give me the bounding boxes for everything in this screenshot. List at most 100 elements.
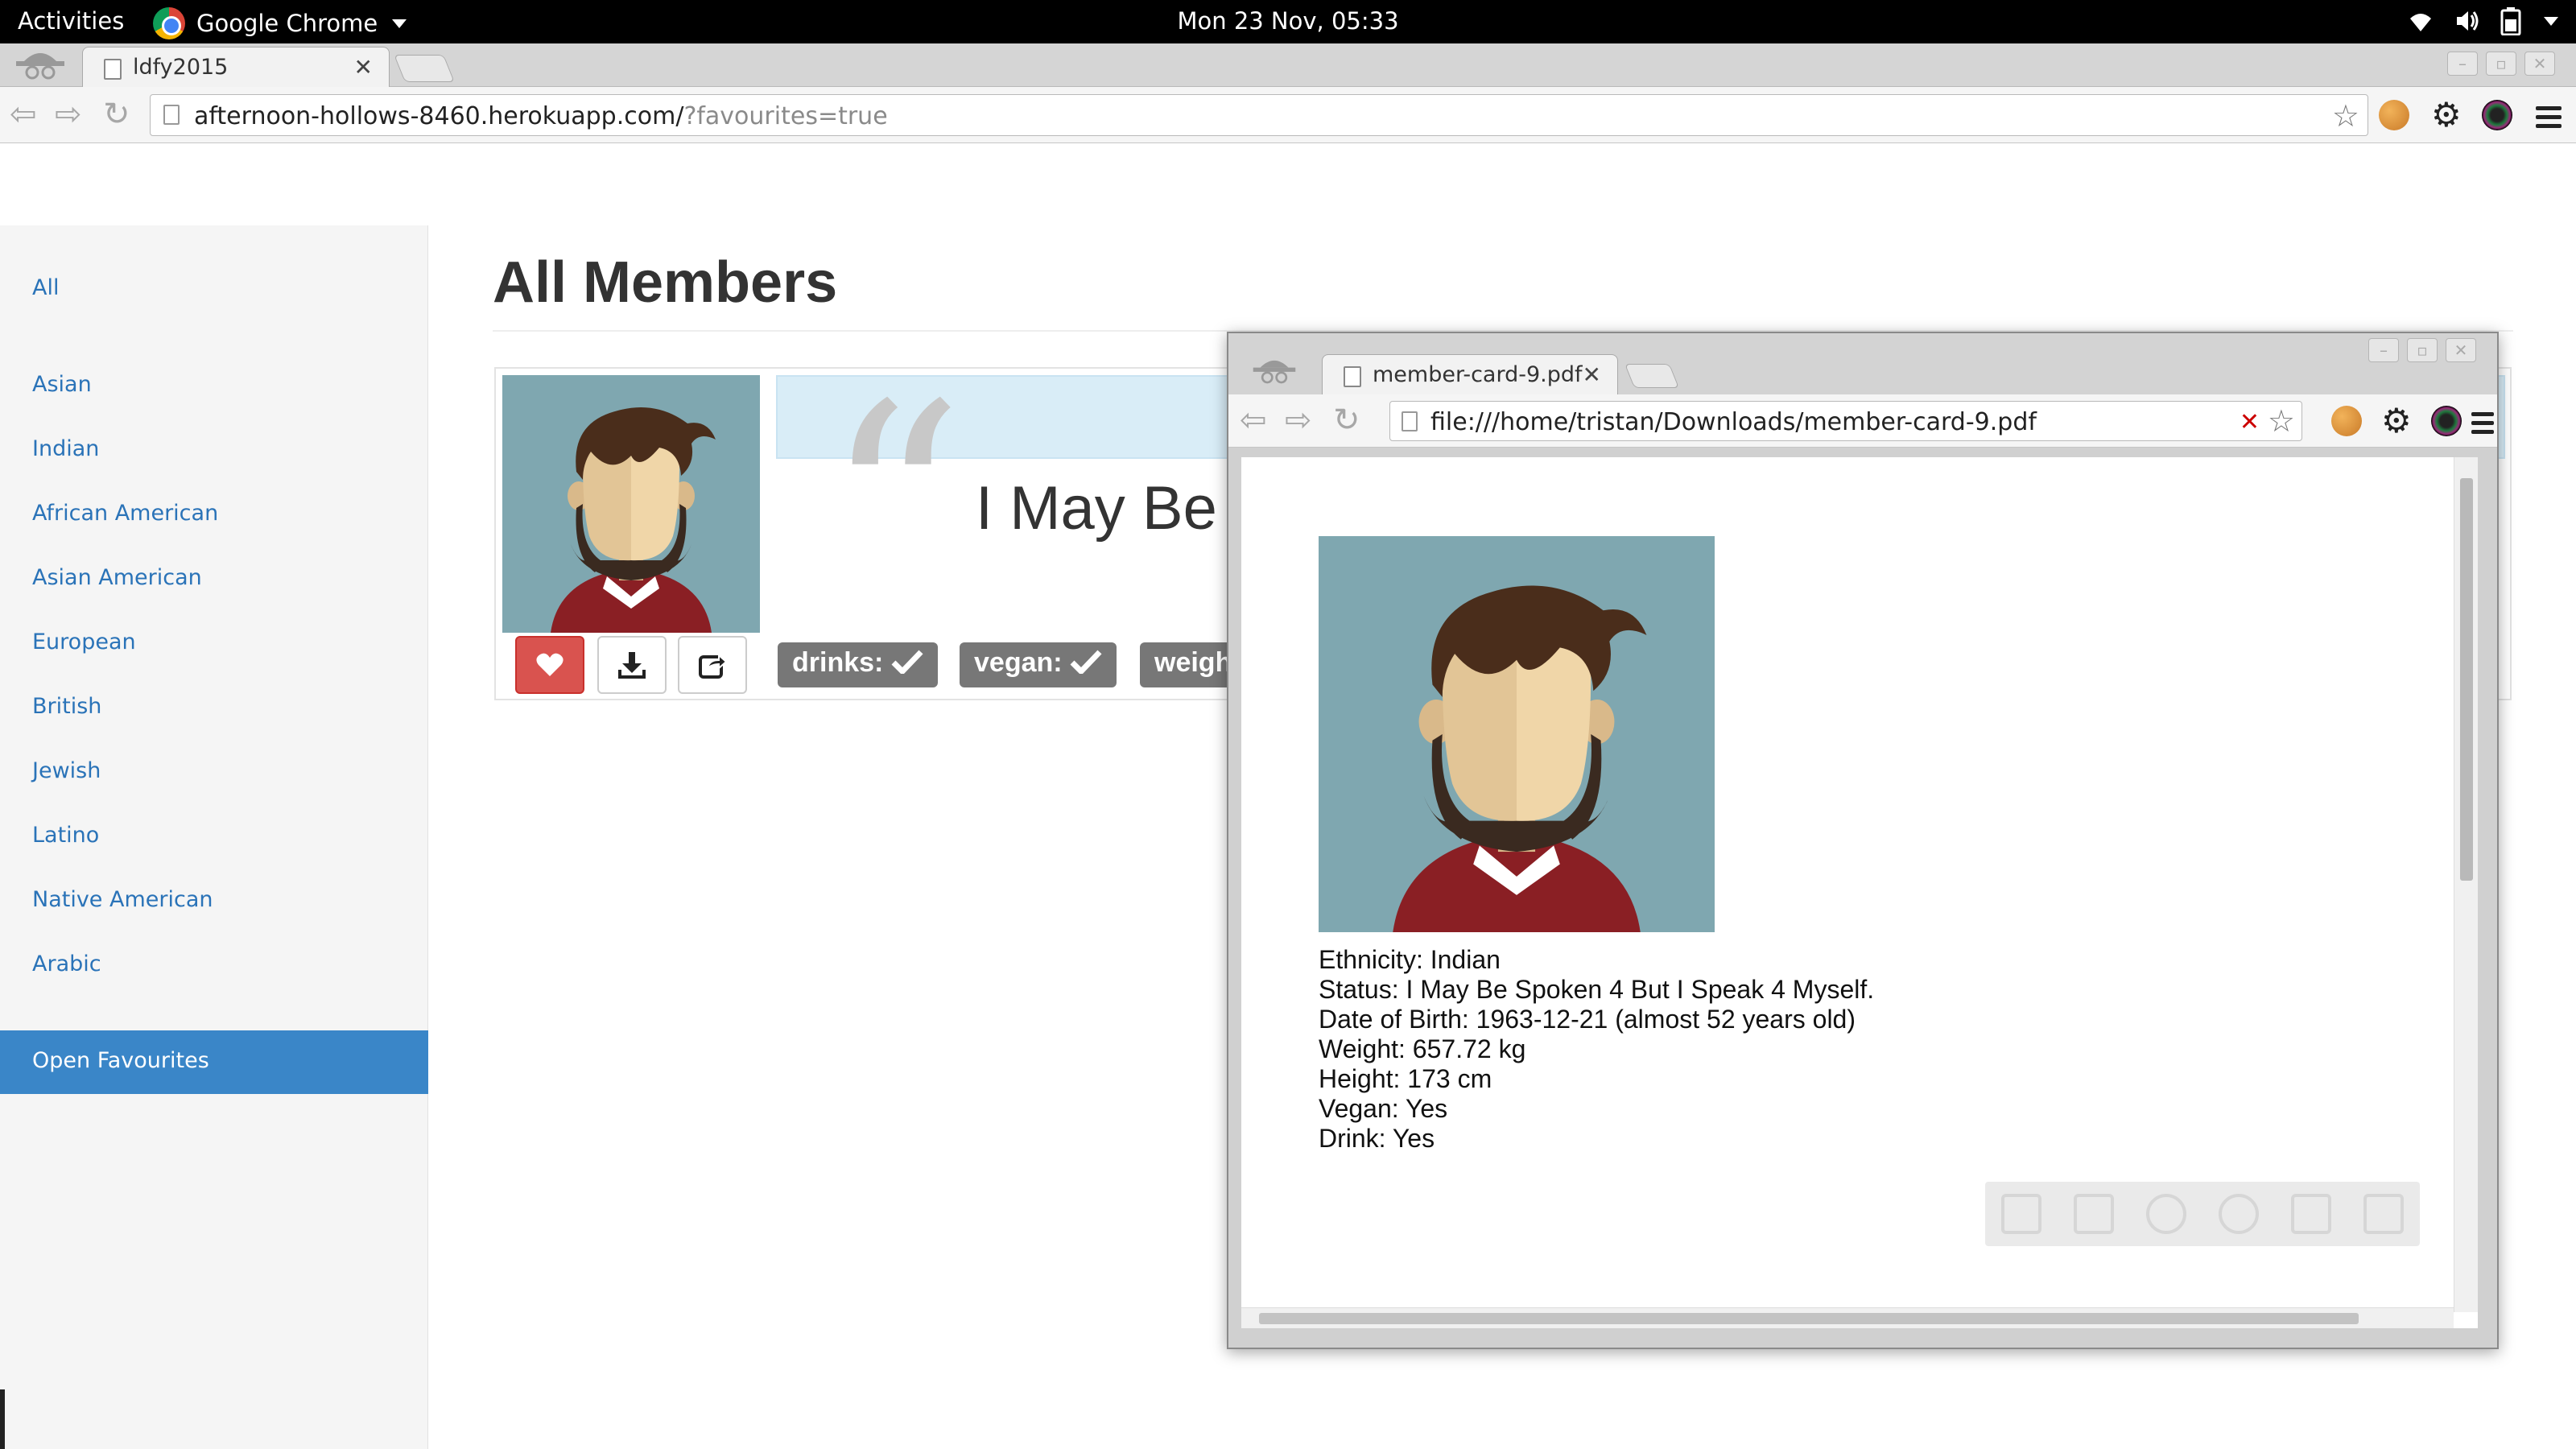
sidebar-item-asian[interactable]: Asian	[32, 372, 92, 397]
heart-icon	[536, 653, 564, 676]
pdf-height: Height: 173 cm	[1319, 1064, 1492, 1093]
pdf-drink: Drink: Yes	[1319, 1124, 1435, 1153]
tab-ldfy2015[interactable]: ldfy2015 ✕	[82, 47, 390, 87]
menu-icon[interactable]	[2471, 412, 2494, 439]
sidebar-item-jewish[interactable]: Jewish	[32, 758, 101, 783]
save-icon[interactable]	[2291, 1194, 2331, 1234]
close-window-button[interactable]: ✕	[2524, 52, 2555, 76]
forward-button[interactable]: ⇨	[55, 97, 82, 132]
sidebar-item-asian-american[interactable]: Asian American	[32, 565, 202, 590]
fit-width-icon[interactable]	[2074, 1194, 2114, 1234]
reload-button[interactable]: ↻	[1333, 402, 1360, 438]
page-title: All Members	[493, 250, 838, 315]
sidebar-item-latino[interactable]: Latino	[32, 823, 99, 848]
chevron-down-icon	[392, 19, 407, 28]
vertical-scrollbar[interactable]	[2454, 457, 2478, 1312]
pdf-status: Status: I May Be Spoken 4 But I Speak 4 …	[1319, 975, 1875, 1004]
system-tray[interactable]	[2407, 6, 2558, 35]
extension-eye-icon[interactable]	[2482, 100, 2512, 130]
page-icon	[104, 59, 122, 80]
url-text: afternoon-hollows-8460.herokuapp.com/?fa…	[194, 102, 888, 130]
address-bar[interactable]: afternoon-hollows-8460.herokuapp.com/?fa…	[150, 94, 2368, 136]
minimize-button[interactable]: –	[2447, 52, 2478, 76]
back-button[interactable]: ⇦	[1240, 402, 1267, 438]
close-window-button[interactable]: ✕	[2446, 338, 2476, 362]
system-top-bar: Activities Google Chrome Mon 23 Nov, 05:…	[0, 0, 2576, 43]
bookmark-star-icon[interactable]: ☆	[2332, 98, 2359, 134]
reload-button[interactable]: ↻	[103, 97, 130, 132]
quote-mark-icon: “	[824, 346, 964, 665]
member-avatar	[1319, 536, 1715, 932]
sidebar-item-all[interactable]: All	[32, 275, 59, 300]
forward-button[interactable]: ⇨	[1285, 402, 1312, 438]
sidebar-item-open-favourites[interactable]: Open Favourites	[0, 1030, 428, 1094]
new-tab-button[interactable]	[394, 55, 455, 82]
sidebar-item-african-american[interactable]: African American	[32, 501, 218, 526]
tab-member-card-pdf[interactable]: member-card-9.pdf ✕	[1322, 354, 1618, 394]
window-controls: – ▫ ✕	[2368, 338, 2476, 362]
checkmark-icon	[891, 650, 923, 676]
maximize-button[interactable]: ▫	[2407, 338, 2438, 362]
window-controls: – ▫ ✕	[2447, 52, 2555, 76]
tab-title: member-card-9.pdf	[1373, 362, 1583, 387]
close-tab-icon[interactable]: ✕	[354, 54, 373, 80]
sidebar-item-european[interactable]: European	[32, 630, 136, 654]
new-tab-button[interactable]	[1624, 364, 1680, 388]
blocked-content-icon[interactable]: ✕	[2240, 408, 2260, 436]
pdf-browser-toolbar: ⇦ ⇨ ↻ file:///home/tristan/Downloads/mem…	[1228, 394, 2497, 448]
cookie-extension-icon[interactable]	[2379, 100, 2409, 130]
scroll-thumb[interactable]	[1259, 1313, 2359, 1324]
scroll-thumb[interactable]	[2460, 478, 2473, 881]
app-menu[interactable]: Google Chrome	[153, 7, 407, 39]
minimize-button[interactable]: –	[2368, 338, 2399, 362]
pdf-viewer-window: member-card-9.pdf ✕ – ▫ ✕ ⇦ ⇨ ↻ file:///…	[1227, 332, 2499, 1349]
horizontal-scrollbar[interactable]	[1241, 1307, 2454, 1328]
zoom-in-icon[interactable]	[2219, 1194, 2259, 1234]
gear-icon[interactable]: ⚙	[2431, 95, 2462, 134]
sidebar-item-arabic[interactable]: Arabic	[32, 952, 101, 976]
pdf-vegan: Vegan: Yes	[1319, 1094, 1448, 1123]
menu-icon[interactable]	[2536, 106, 2562, 133]
sidebar-item-native-american[interactable]: Native American	[32, 887, 213, 912]
tab-title: ldfy2015	[133, 55, 229, 80]
download-icon	[618, 652, 646, 679]
cookie-extension-icon[interactable]	[2331, 406, 2362, 436]
drinks-badge: drinks:	[778, 642, 938, 687]
pdf-ethnicity: Ethnicity: Indian	[1319, 945, 1501, 974]
category-sidebar: All Asian Indian African American Asian …	[0, 225, 428, 1449]
activities-button[interactable]: Activities	[18, 7, 124, 35]
maximize-button[interactable]: ▫	[2486, 52, 2516, 76]
pdf-tab-strip: member-card-9.pdf ✕ – ▫ ✕	[1228, 333, 2497, 394]
app-menu-label: Google Chrome	[196, 10, 378, 37]
gear-icon[interactable]: ⚙	[2381, 401, 2412, 440]
pdf-date-of-birth: Date of Birth: 1963-12-21 (almost 52 yea…	[1319, 1005, 1856, 1034]
back-button[interactable]: ⇦	[10, 97, 37, 132]
volume-icon	[2457, 11, 2479, 31]
incognito-icon	[16, 53, 64, 80]
page-icon	[1344, 366, 1361, 387]
page-icon	[163, 105, 180, 125]
download-button[interactable]	[597, 636, 667, 694]
sidebar-item-british[interactable]: British	[32, 694, 101, 719]
zoom-out-icon[interactable]	[2146, 1194, 2186, 1234]
browser-tab-strip: ldfy2015 ✕ – ▫ ✕	[0, 43, 2576, 87]
pdf-address-bar[interactable]: file:///home/tristan/Downloads/member-ca…	[1389, 401, 2302, 441]
page-icon	[1402, 411, 1418, 431]
member-status-quote: I May Be	[976, 474, 1217, 543]
pdf-document[interactable]: Ethnicity: Indian Status: I May Be Spoke…	[1241, 457, 2478, 1328]
close-tab-icon[interactable]: ✕	[1583, 361, 1601, 388]
wifi-icon	[2410, 14, 2431, 31]
system-menu-chevron-icon	[2544, 16, 2558, 26]
extension-eye-icon[interactable]	[2431, 406, 2462, 436]
print-icon[interactable]	[2363, 1194, 2404, 1234]
member-avatar	[502, 375, 760, 633]
checkmark-icon	[1070, 650, 1102, 676]
battery-icon	[2500, 7, 2521, 35]
share-button[interactable]	[678, 636, 747, 694]
sidebar-item-indian[interactable]: Indian	[32, 436, 99, 461]
favourite-button[interactable]	[515, 636, 584, 694]
vegan-badge: vegan:	[960, 642, 1117, 687]
bookmark-star-icon[interactable]: ☆	[2268, 403, 2295, 439]
fit-page-icon[interactable]	[2001, 1194, 2041, 1234]
sidebar-item-label: Open Favourites	[32, 1048, 209, 1073]
